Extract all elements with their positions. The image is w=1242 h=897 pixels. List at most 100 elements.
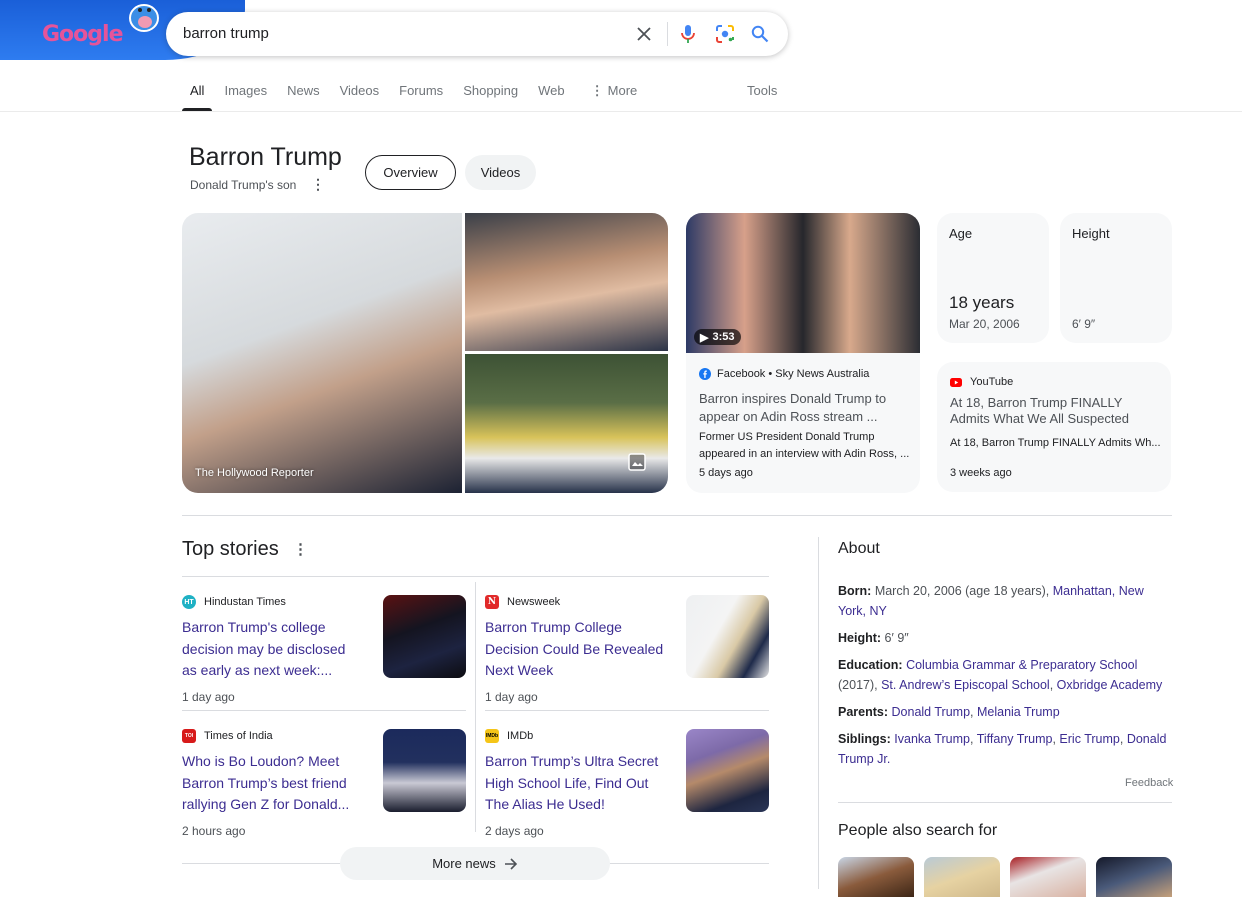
search-tabs: All Images News Videos Forums Shopping W… [181, 83, 657, 111]
image-bottom-right[interactable] [465, 354, 668, 493]
image-top-right[interactable] [465, 213, 668, 351]
video-card[interactable]: ▶ 3:53 Facebook • Sky News Australia Barr… [686, 213, 920, 493]
youtube-title[interactable]: At 18, Barron Trump FINALLY Admits What … [950, 395, 1162, 427]
tab-shopping[interactable]: Shopping [463, 83, 518, 111]
microphone-icon[interactable] [676, 22, 700, 46]
related-person-thumbnail[interactable] [1096, 857, 1172, 897]
image-caption: The Hollywood Reporter [195, 467, 314, 479]
more-vert-icon: ⋮ [590, 83, 604, 98]
search-box[interactable]: barron trump [166, 12, 788, 56]
about-title: About [838, 540, 880, 557]
google-doodle-logo[interactable]: Google [42, 22, 123, 47]
story-row-divider [182, 710, 466, 711]
video-source: Facebook • Sky News Australia [699, 368, 869, 380]
people-also-search-title: People also search for [838, 822, 998, 839]
tab-images[interactable]: Images [224, 83, 267, 111]
education-link[interactable]: St. Andrew’s Episcopal School [881, 678, 1050, 692]
education-label: Education: [838, 658, 903, 672]
entity-subtitle: Donald Trump's son [190, 178, 297, 192]
youtube-icon [950, 377, 962, 387]
story-card[interactable]: IMDb IMDb Barron Trump’s Ultra Secret Hi… [485, 717, 770, 842]
story-thumbnail[interactable] [686, 595, 769, 678]
image-mosaic: The Hollywood Reporter [182, 213, 668, 493]
siblings-label: Siblings: [838, 732, 891, 746]
imdb-icon: IMDb [485, 729, 499, 743]
more-news-label: More news [432, 856, 496, 871]
related-person-thumbnail[interactable] [838, 857, 914, 897]
story-source: HT Hindustan Times [182, 595, 286, 609]
play-icon: ▶ [700, 331, 709, 344]
videos-pill[interactable]: Videos [465, 155, 536, 190]
story-card[interactable]: TOI Times of India Who is Bo Loudon? Mee… [182, 717, 467, 842]
story-source-name: Newsweek [507, 596, 561, 608]
story-source: N Newsweek [485, 595, 560, 609]
video-description: Former US President Donald Trump appeare… [699, 431, 910, 460]
video-thumbnail[interactable]: ▶ 3:53 [686, 213, 920, 353]
youtube-description: At 18, Barron Trump FINALLY Admits Wh... [950, 437, 1161, 449]
story-source-name: Hindustan Times [204, 596, 286, 608]
video-source-text: Facebook • Sky News Australia [717, 368, 870, 380]
education-link[interactable]: Oxbridge Academy [1057, 678, 1163, 692]
story-thumbnail[interactable] [383, 595, 466, 678]
story-time: 2 hours ago [182, 824, 246, 838]
camera-lens-icon[interactable] [713, 22, 737, 46]
top-stories-title: Top stories [182, 538, 279, 560]
tab-more[interactable]: ⋮ More [591, 83, 638, 111]
parents-label: Parents: [838, 705, 889, 719]
story-card[interactable]: HT Hindustan Times Barron Trump's colleg… [182, 583, 467, 708]
tools-button[interactable]: Tools [747, 83, 777, 98]
story-thumbnail[interactable] [686, 729, 769, 812]
sibling-link[interactable]: Eric Trump [1059, 732, 1119, 746]
close-icon[interactable] [632, 22, 656, 46]
search-icon[interactable] [748, 22, 772, 46]
height-card[interactable]: Height 6′ 9″ [1060, 213, 1172, 343]
height-fact: Height: 6′ 9″ [838, 628, 1173, 648]
parent-link[interactable]: Donald Trump [892, 705, 971, 719]
related-person-thumbnail[interactable] [1010, 857, 1086, 897]
youtube-time: 3 weeks ago [950, 467, 1012, 479]
search-divider [667, 22, 668, 46]
age-value: 18 years [949, 293, 1015, 312]
section-divider [182, 515, 1172, 516]
tab-web[interactable]: Web [538, 83, 565, 111]
youtube-card[interactable]: YouTube At 18, Barron Trump FINALLY Admi… [937, 362, 1171, 492]
age-card[interactable]: Age 18 years Mar 20, 2006 [937, 213, 1049, 343]
story-time: 2 days ago [485, 824, 544, 838]
height-value: 6′ 9″ [1072, 317, 1096, 331]
story-source: IMDb IMDb [485, 729, 533, 743]
main-image[interactable]: The Hollywood Reporter [182, 213, 462, 493]
parents-fact: Parents: Donald Trump, Melania Trump [838, 705, 1060, 719]
story-headline[interactable]: Barron Trump's college decision may be d… [182, 617, 362, 682]
height-fact-value: 6′ 9″ [884, 631, 909, 645]
top-stories-more-icon[interactable]: ⋮ [293, 540, 308, 558]
more-options-icon[interactable]: ⋮ [311, 176, 325, 193]
birth-date: Mar 20, 2006 [949, 317, 1020, 331]
video-title[interactable]: Barron inspires Donald Trump to appear o… [699, 390, 911, 426]
bird-doodle-icon[interactable] [124, 0, 164, 38]
tab-all[interactable]: All [181, 83, 214, 111]
overview-pill[interactable]: Overview [365, 155, 456, 190]
education-link[interactable]: Columbia Grammar & Preparatory School [906, 658, 1137, 672]
story-headline[interactable]: Barron Trump’s Ultra Secret High School … [485, 751, 665, 816]
video-time: 5 days ago [699, 467, 753, 479]
about-facts: Born: March 20, 2006 (age 18 years), Man… [838, 581, 1173, 776]
image-gallery-icon[interactable] [628, 453, 646, 471]
video-duration: ▶ 3:53 [694, 329, 741, 345]
feedback-link[interactable]: Feedback [1125, 777, 1173, 789]
sibling-link[interactable]: Tiffany Trump [977, 732, 1053, 746]
more-news-button[interactable]: More news [340, 847, 610, 880]
sibling-link[interactable]: Ivanka Trump [894, 732, 970, 746]
tab-news[interactable]: News [287, 83, 320, 111]
siblings-fact: Siblings: Ivanka Trump, Tiffany Trump, E… [838, 732, 1167, 766]
story-headline[interactable]: Who is Bo Loudon? Meet Barron Trump’s be… [182, 751, 362, 816]
top-stories-divider [182, 576, 769, 577]
story-headline[interactable]: Barron Trump College Decision Could Be R… [485, 617, 665, 682]
tab-forums[interactable]: Forums [399, 83, 443, 111]
story-thumbnail[interactable] [383, 729, 466, 812]
parent-link[interactable]: Melania Trump [977, 705, 1060, 719]
story-card[interactable]: N Newsweek Barron Trump College Decision… [485, 583, 770, 708]
related-person-thumbnail[interactable] [924, 857, 1000, 897]
times-of-india-icon: TOI [182, 729, 196, 743]
tab-videos[interactable]: Videos [340, 83, 380, 111]
search-input[interactable]: barron trump [183, 25, 269, 42]
